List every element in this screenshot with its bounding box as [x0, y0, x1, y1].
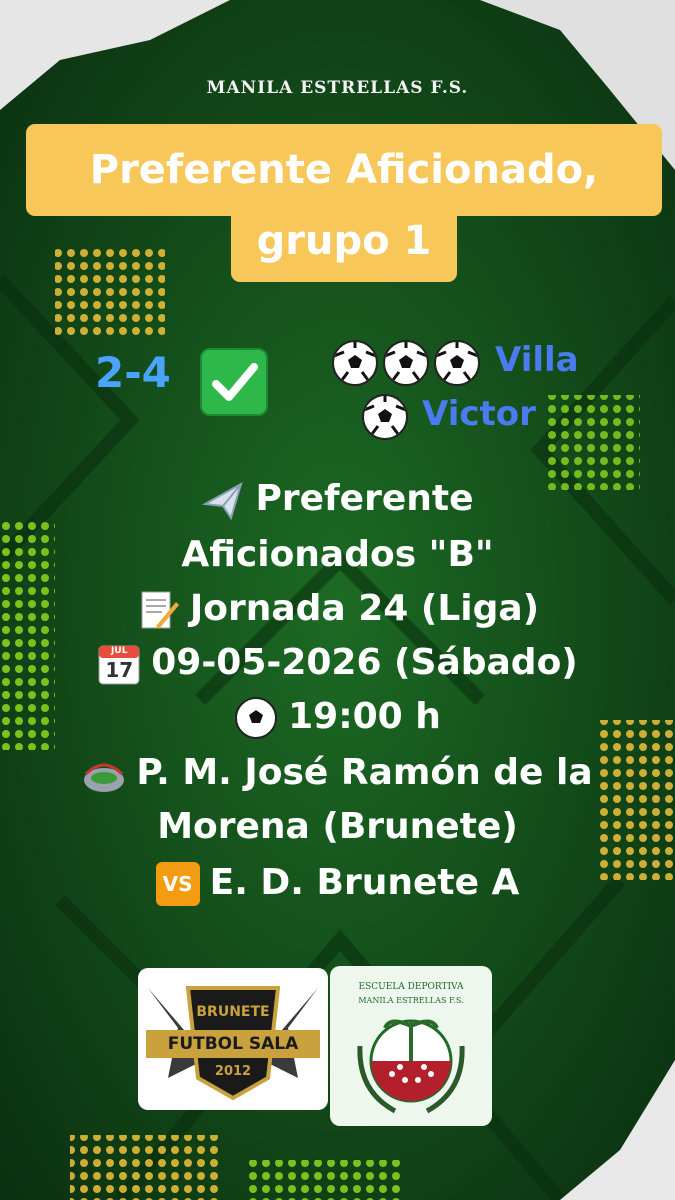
venue-name-part2: Morena (Brunete): [157, 806, 518, 847]
venue-name-part1: P. M. José Ramón de la: [136, 752, 593, 793]
time-line: 19:00 h: [0, 696, 675, 740]
logo-top-text: BRUNETE: [196, 1004, 270, 1020]
soccer-ball-icon: [434, 340, 480, 386]
soccer-ball-icon: [362, 394, 408, 440]
competition-name-part2: Aficionados "B": [181, 534, 494, 575]
round-line: Jornada 24 (Liga): [0, 588, 675, 632]
manila-estrellas-logo: ESCUELA DEPORTIVA MANILA ESTRELLAS F.S.: [330, 966, 492, 1126]
brunete-logo: BRUNETE FUTBOL SALA 2012: [138, 968, 328, 1110]
competition-name-part1: Preferente: [255, 478, 474, 519]
stadium-icon: [82, 752, 126, 796]
logo-year: 2012: [214, 1064, 252, 1079]
match-score: 2-4: [95, 348, 171, 397]
match-date: 09-05-2026 (Sábado): [151, 642, 578, 683]
club-name: MANILA ESTRELLAS F.S.: [206, 78, 469, 98]
check-mark-icon: [200, 348, 268, 416]
competition-line: Preferente: [0, 478, 675, 522]
memo-icon: [136, 588, 180, 632]
date-line: JUL 17 09-05-2026 (Sábado): [0, 642, 675, 686]
opponent-line: VS E. D. Brunete A: [0, 862, 675, 906]
soccer-ball-icon: [383, 340, 429, 386]
calendar-icon: JUL 17: [97, 642, 141, 686]
soccer-ball-icon: [234, 696, 278, 740]
round-text: Jornada 24 (Liga): [189, 588, 540, 629]
calendar-month: JUL: [111, 646, 128, 656]
scorer-name: Villa: [495, 340, 579, 380]
opponent-name: E. D. Brunete A: [209, 862, 520, 903]
soccer-ball-icon: [332, 340, 378, 386]
vs-label: VS: [162, 872, 193, 896]
logo-band-text: FUTBOL SALA: [167, 1034, 299, 1054]
vs-icon: VS: [155, 862, 200, 906]
venue-line: P. M. José Ramón de la: [0, 752, 675, 796]
match-time: 19:00 h: [288, 696, 441, 737]
scorer-name: Victor: [422, 394, 536, 434]
page-title-line2: grupo 1: [231, 200, 457, 282]
airplane-icon: [201, 478, 245, 522]
calendar-day: 17: [105, 658, 134, 682]
